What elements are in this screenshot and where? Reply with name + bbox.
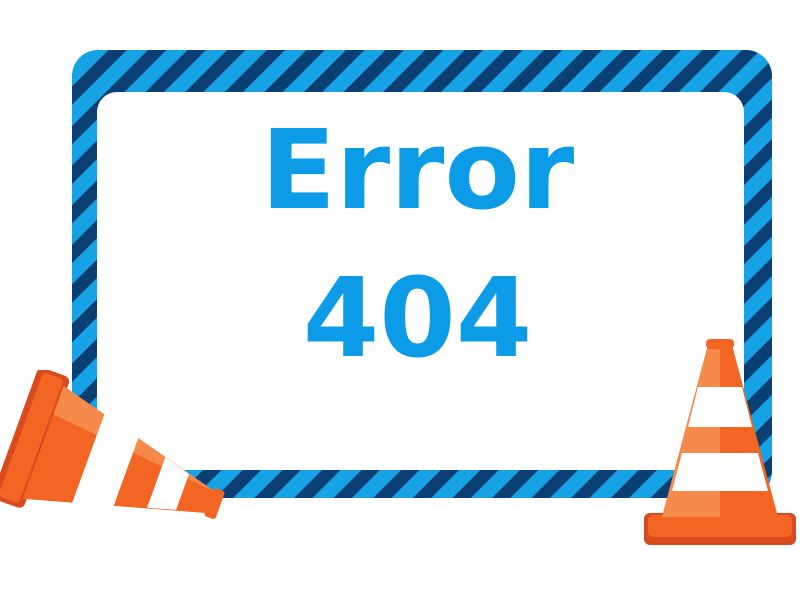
- error-title: Error: [260, 106, 575, 234]
- traffic-cone-icon: [644, 339, 796, 545]
- error-message: Error 404: [95, 95, 740, 373]
- error-404-page: Error 404: [0, 0, 800, 600]
- traffic-cone-tipped-icon: [0, 370, 225, 519]
